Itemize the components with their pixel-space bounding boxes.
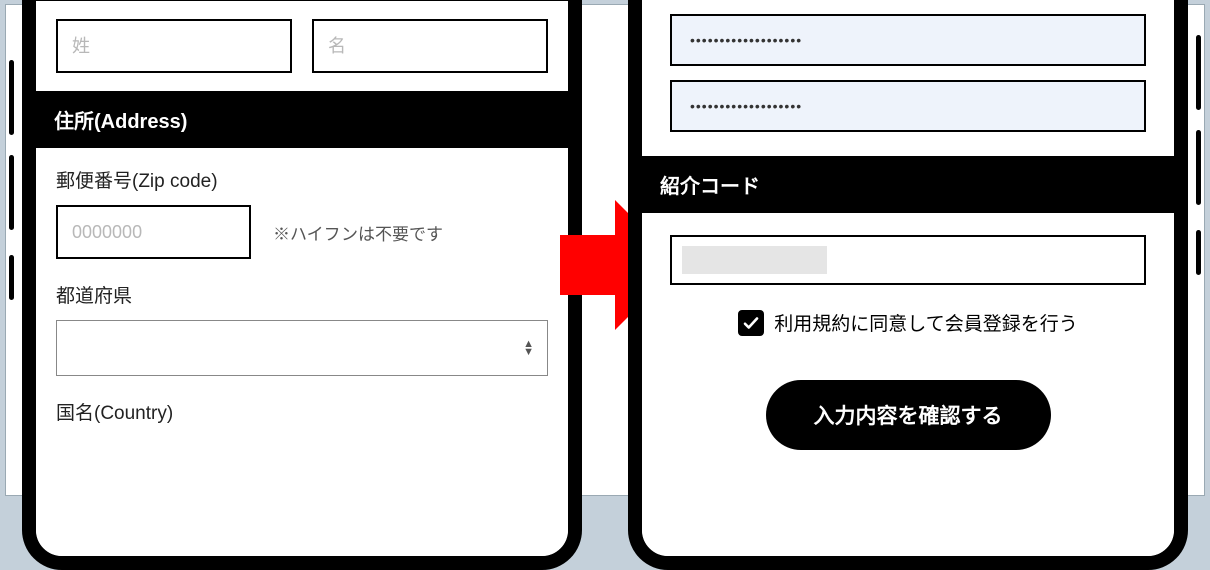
phone-side-button [1196, 130, 1201, 205]
zip-input[interactable] [56, 205, 251, 259]
phone-right-mockup: パスワード(Password) ••••••••••••••••••• ••••… [628, 0, 1188, 570]
phone-left-mockup: 氏名(Name) 住所(Address) 郵便番号(Zip code) ※ハイフ… [22, 0, 582, 570]
canvas: 氏名(Name) 住所(Address) 郵便番号(Zip code) ※ハイフ… [5, 4, 1205, 496]
prefecture-select[interactable] [56, 320, 548, 376]
confirm-button[interactable]: 入力内容を確認する [766, 380, 1051, 450]
zip-label: 郵便番号(Zip code) [56, 166, 548, 193]
country-label: 国名(Country) [56, 398, 548, 425]
phone-left-screen: 氏名(Name) 住所(Address) 郵便番号(Zip code) ※ハイフ… [36, 0, 568, 556]
section-body-address: 郵便番号(Zip code) ※ハイフンは不要です 都道府県 国名(Countr… [36, 148, 568, 455]
terms-checkbox[interactable] [738, 310, 764, 336]
section-body-invite: 利用規約に同意して会員登録を行う 入力内容を確認する [642, 213, 1174, 472]
section-body-password: ••••••••••••••••••• ••••••••••••••••••• [642, 0, 1174, 156]
phone-side-button [1196, 35, 1201, 110]
first-name-field[interactable] [312, 19, 548, 73]
terms-label: 利用規約に同意して会員登録を行う [774, 309, 1077, 336]
terms-agreement-row[interactable]: 利用規約に同意して会員登録を行う [670, 309, 1146, 336]
phone-right-screen: パスワード(Password) ••••••••••••••••••• ••••… [642, 0, 1174, 556]
password-mask: ••••••••••••••••••• [690, 32, 802, 48]
phone-side-button [9, 60, 14, 135]
invite-code-input[interactable] [670, 235, 1146, 285]
check-icon [742, 314, 760, 332]
phone-side-button [1196, 230, 1201, 275]
phone-side-button [9, 255, 14, 300]
zip-hint: ※ハイフンは不要です [273, 220, 443, 245]
section-title-invite: 紹介コード [642, 156, 1174, 213]
password-field-2[interactable]: ••••••••••••••••••• [670, 80, 1146, 132]
phone-side-button [9, 155, 14, 230]
section-title-address: 住所(Address) [36, 91, 568, 148]
prefecture-label: 都道府県 [56, 281, 548, 308]
password-field-1[interactable]: ••••••••••••••••••• [670, 14, 1146, 66]
last-name-field[interactable] [56, 19, 292, 73]
password-mask: ••••••••••••••••••• [690, 98, 802, 114]
redacted-block [682, 246, 827, 274]
section-body-name [36, 1, 568, 91]
